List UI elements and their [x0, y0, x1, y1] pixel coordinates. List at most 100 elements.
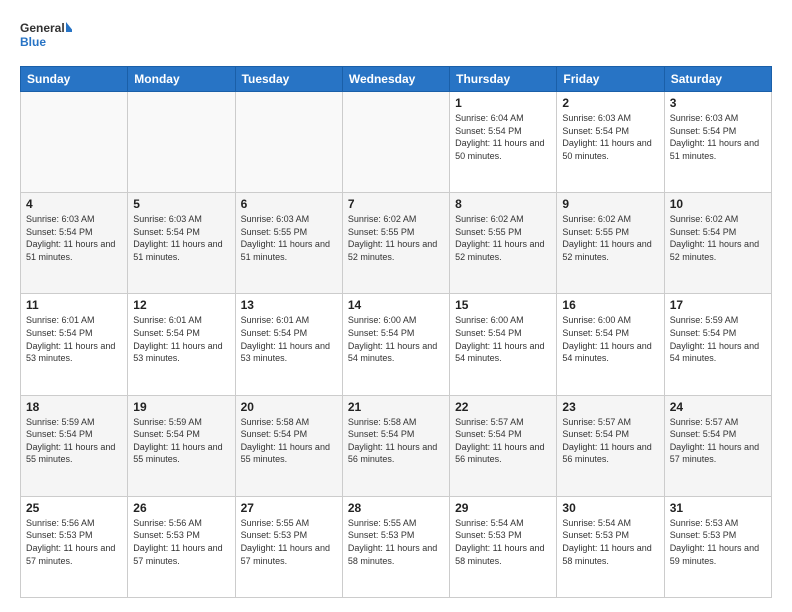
weekday-header: Monday [128, 67, 235, 92]
day-number: 24 [670, 400, 766, 414]
weekday-header: Thursday [450, 67, 557, 92]
day-info: Sunrise: 5:57 AMSunset: 5:54 PMDaylight:… [670, 416, 766, 466]
calendar-cell: 7 Sunrise: 6:02 AMSunset: 5:55 PMDaylight… [342, 193, 449, 294]
day-number: 4 [26, 197, 122, 211]
day-info: Sunrise: 5:58 AMSunset: 5:54 PMDaylight:… [241, 416, 337, 466]
day-info: Sunrise: 6:01 AMSunset: 5:54 PMDaylight:… [133, 314, 229, 364]
svg-text:Blue: Blue [20, 35, 46, 49]
calendar-cell [342, 92, 449, 193]
day-number: 23 [562, 400, 658, 414]
weekday-header: Friday [557, 67, 664, 92]
calendar-cell: 28Sunrise: 5:55 AMSunset: 5:53 PMDayligh… [342, 496, 449, 597]
calendar-cell: 13 Sunrise: 6:01 AMSunset: 5:54 PMDayligh… [235, 294, 342, 395]
day-number: 14 [348, 298, 444, 312]
day-number: 31 [670, 501, 766, 515]
calendar-cell: 31 Sunrise: 5:53 AMSunset: 5:53 PMDayligh… [664, 496, 771, 597]
logo: General Blue [20, 18, 72, 56]
day-info: Sunrise: 5:56 AMSunset: 5:53 PMDaylight:… [133, 517, 229, 567]
day-number: 22 [455, 400, 551, 414]
day-number: 30 [562, 501, 658, 515]
calendar-cell: 8 Sunrise: 6:02 AMSunset: 5:55 PMDaylight… [450, 193, 557, 294]
page: General Blue SundayMondayTuesdayWednesda… [0, 0, 792, 612]
day-info: Sunrise: 6:02 AMSunset: 5:55 PMDaylight:… [348, 213, 444, 263]
calendar-cell: 24 Sunrise: 5:57 AMSunset: 5:54 PMDayligh… [664, 395, 771, 496]
day-info: Sunrise: 5:53 AMSunset: 5:53 PMDaylight:… [670, 517, 766, 567]
calendar-cell: 15 Sunrise: 6:00 AMSunset: 5:54 PMDayligh… [450, 294, 557, 395]
day-info: Sunrise: 6:01 AMSunset: 5:54 PMDaylight:… [241, 314, 337, 364]
day-info: Sunrise: 5:54 AMSunset: 5:53 PMDaylight:… [562, 517, 658, 567]
calendar-cell: 5Sunrise: 6:03 AMSunset: 5:54 PMDaylight… [128, 193, 235, 294]
day-number: 7 [348, 197, 444, 211]
calendar-cell: 9Sunrise: 6:02 AMSunset: 5:55 PMDaylight… [557, 193, 664, 294]
calendar-cell: 21 Sunrise: 5:58 AMSunset: 5:54 PMDayligh… [342, 395, 449, 496]
day-number: 20 [241, 400, 337, 414]
day-number: 13 [241, 298, 337, 312]
calendar-cell: 12 Sunrise: 6:01 AMSunset: 5:54 PMDayligh… [128, 294, 235, 395]
calendar-cell: 30 Sunrise: 5:54 AMSunset: 5:53 PMDayligh… [557, 496, 664, 597]
calendar-cell: 10 Sunrise: 6:02 AMSunset: 5:54 PMDayligh… [664, 193, 771, 294]
calendar-cell [128, 92, 235, 193]
day-info: Sunrise: 6:03 AMSunset: 5:54 PMDaylight:… [26, 213, 122, 263]
calendar-cell: 1Sunrise: 6:04 AMSunset: 5:54 PMDaylight… [450, 92, 557, 193]
day-info: Sunrise: 6:00 AMSunset: 5:54 PMDaylight:… [348, 314, 444, 364]
day-number: 10 [670, 197, 766, 211]
calendar-cell: 6Sunrise: 6:03 AMSunset: 5:55 PMDaylight… [235, 193, 342, 294]
day-number: 21 [348, 400, 444, 414]
day-number: 12 [133, 298, 229, 312]
day-number: 18 [26, 400, 122, 414]
day-info: Sunrise: 6:02 AMSunset: 5:55 PMDaylight:… [455, 213, 551, 263]
weekday-header: Wednesday [342, 67, 449, 92]
day-number: 11 [26, 298, 122, 312]
day-number: 26 [133, 501, 229, 515]
day-info: Sunrise: 6:04 AMSunset: 5:54 PMDaylight:… [455, 112, 551, 162]
day-number: 2 [562, 96, 658, 110]
calendar-cell: 3 Sunrise: 6:03 AMSunset: 5:54 PMDaylight… [664, 92, 771, 193]
calendar-cell [21, 92, 128, 193]
day-number: 17 [670, 298, 766, 312]
calendar-week: 18 Sunrise: 5:59 AMSunset: 5:54 PMDayligh… [21, 395, 772, 496]
day-number: 15 [455, 298, 551, 312]
calendar-week: 11 Sunrise: 6:01 AMSunset: 5:54 PMDayligh… [21, 294, 772, 395]
day-number: 8 [455, 197, 551, 211]
day-info: Sunrise: 6:03 AMSunset: 5:54 PMDaylight:… [670, 112, 766, 162]
day-info: Sunrise: 5:58 AMSunset: 5:54 PMDaylight:… [348, 416, 444, 466]
day-info: Sunrise: 6:00 AMSunset: 5:54 PMDaylight:… [455, 314, 551, 364]
calendar-week: 25 Sunrise: 5:56 AMSunset: 5:53 PMDayligh… [21, 496, 772, 597]
day-number: 16 [562, 298, 658, 312]
day-info: Sunrise: 6:03 AMSunset: 5:54 PMDaylight:… [133, 213, 229, 263]
day-info: Sunrise: 6:03 AMSunset: 5:55 PMDaylight:… [241, 213, 337, 263]
calendar-cell: 26 Sunrise: 5:56 AMSunset: 5:53 PMDayligh… [128, 496, 235, 597]
calendar-cell: 20 Sunrise: 5:58 AMSunset: 5:54 PMDayligh… [235, 395, 342, 496]
day-number: 29 [455, 501, 551, 515]
calendar-cell: 27Sunrise: 5:55 AMSunset: 5:53 PMDayligh… [235, 496, 342, 597]
calendar-cell: 11Sunrise: 6:01 AMSunset: 5:54 PMDayligh… [21, 294, 128, 395]
day-number: 27 [241, 501, 337, 515]
weekday-header: Saturday [664, 67, 771, 92]
calendar-cell: 19Sunrise: 5:59 AMSunset: 5:54 PMDayligh… [128, 395, 235, 496]
day-info: Sunrise: 5:54 AMSunset: 5:53 PMDaylight:… [455, 517, 551, 567]
day-number: 25 [26, 501, 122, 515]
day-info: Sunrise: 5:59 AMSunset: 5:54 PMDaylight:… [26, 416, 122, 466]
calendar-table: SundayMondayTuesdayWednesdayThursdayFrid… [20, 66, 772, 598]
day-info: Sunrise: 5:57 AMSunset: 5:54 PMDaylight:… [562, 416, 658, 466]
day-info: Sunrise: 5:56 AMSunset: 5:53 PMDaylight:… [26, 517, 122, 567]
day-info: Sunrise: 6:02 AMSunset: 5:55 PMDaylight:… [562, 213, 658, 263]
calendar-week: 4 Sunrise: 6:03 AMSunset: 5:54 PMDaylight… [21, 193, 772, 294]
day-info: Sunrise: 5:59 AMSunset: 5:54 PMDaylight:… [670, 314, 766, 364]
day-number: 3 [670, 96, 766, 110]
day-info: Sunrise: 6:03 AMSunset: 5:54 PMDaylight:… [562, 112, 658, 162]
svg-text:General: General [20, 21, 65, 35]
day-number: 19 [133, 400, 229, 414]
calendar-cell [235, 92, 342, 193]
calendar-cell: 23 Sunrise: 5:57 AMSunset: 5:54 PMDayligh… [557, 395, 664, 496]
calendar-week: 1Sunrise: 6:04 AMSunset: 5:54 PMDaylight… [21, 92, 772, 193]
calendar-cell: 17 Sunrise: 5:59 AMSunset: 5:54 PMDayligh… [664, 294, 771, 395]
calendar-cell: 14 Sunrise: 6:00 AMSunset: 5:54 PMDayligh… [342, 294, 449, 395]
calendar-cell: 22 Sunrise: 5:57 AMSunset: 5:54 PMDayligh… [450, 395, 557, 496]
calendar-cell: 29 Sunrise: 5:54 AMSunset: 5:53 PMDayligh… [450, 496, 557, 597]
weekday-header: Tuesday [235, 67, 342, 92]
calendar-cell: 16Sunrise: 6:00 AMSunset: 5:54 PMDayligh… [557, 294, 664, 395]
day-info: Sunrise: 6:02 AMSunset: 5:54 PMDaylight:… [670, 213, 766, 263]
day-info: Sunrise: 5:57 AMSunset: 5:54 PMDaylight:… [455, 416, 551, 466]
header-row: SundayMondayTuesdayWednesdayThursdayFrid… [21, 67, 772, 92]
